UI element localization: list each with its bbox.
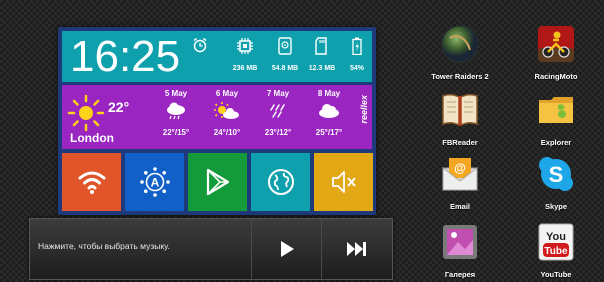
play-button[interactable] xyxy=(251,219,322,279)
wifi-icon xyxy=(78,171,105,194)
app-email[interactable]: @ Email xyxy=(420,154,500,211)
current-temperature: 22° xyxy=(108,99,130,115)
sound-tile[interactable] xyxy=(314,153,373,211)
next-button[interactable] xyxy=(321,219,392,279)
app-label: Skype xyxy=(544,202,568,211)
gallery-icon xyxy=(443,225,477,259)
app-explorer[interactable]: Explorer xyxy=(516,90,596,147)
svg-text:@: @ xyxy=(454,161,466,175)
app-label: Email xyxy=(449,202,470,211)
app-label: FBReader xyxy=(442,138,478,147)
sun-cloud-icon xyxy=(214,102,239,119)
play-store-icon xyxy=(206,168,229,196)
battery-value: 54% xyxy=(349,65,364,72)
auto-brightness-icon: A xyxy=(139,167,170,197)
play-icon xyxy=(281,241,294,257)
book-icon xyxy=(442,93,478,127)
svg-text:A: A xyxy=(150,176,159,190)
alarm-icon[interactable] xyxy=(192,37,208,53)
forecast-date: 6 May xyxy=(215,89,239,98)
battery-stat: 54% xyxy=(340,37,374,72)
forecast-day: 8 May 25°/17° xyxy=(305,89,353,137)
forecast-day: 6 May 24°/10° xyxy=(203,89,251,137)
skype-icon: S xyxy=(539,157,573,191)
forecast-range: 22°/15° xyxy=(162,128,190,137)
sd-stat: 54.8 MB xyxy=(268,37,302,72)
globe-icon xyxy=(267,169,294,195)
music-prompt[interactable]: Нажмите, чтобы выбрать музыку. xyxy=(38,241,170,251)
battery-icon xyxy=(352,37,362,55)
clock-panel[interactable]: 16:25 236 MB 54.8 MB 12.3 MB 54% xyxy=(62,31,372,82)
weather-panel[interactable]: 22° London 5 May 22°/15° 6 May 24°/10° 7… xyxy=(62,85,372,149)
app-tower-raiders[interactable]: Tower Raiders 2 xyxy=(420,24,500,81)
home-widget: 16:25 236 MB 54.8 MB 12.3 MB 54% 22° Lon… xyxy=(58,27,376,215)
forecast-range: 23°/12° xyxy=(264,128,292,137)
tower-raiders-icon xyxy=(441,25,479,63)
cpu-stat: 236 MB xyxy=(228,37,262,72)
app-label: RacingMoto xyxy=(534,72,578,81)
sd-value: 54.8 MB xyxy=(271,65,299,72)
svg-text:Tube: Tube xyxy=(544,246,568,257)
svg-text:S: S xyxy=(549,162,564,187)
app-skype[interactable]: S Skype xyxy=(516,154,596,211)
forecast-range: 24°/10° xyxy=(213,128,241,137)
cpu-value: 236 MB xyxy=(232,65,258,72)
app-racing-moto[interactable]: RacingMoto xyxy=(516,24,596,81)
memory-card-icon xyxy=(315,37,327,55)
mute-icon xyxy=(331,171,356,193)
sd-card-icon xyxy=(278,37,292,55)
brand-logo: reellex xyxy=(359,95,369,124)
play-store-tile[interactable] xyxy=(188,153,247,211)
memory-card-value: 12.3 MB xyxy=(308,65,336,72)
app-label: Tower Raiders 2 xyxy=(431,72,489,81)
sun-icon xyxy=(67,94,105,132)
svg-text:You: You xyxy=(546,231,566,243)
cpu-icon xyxy=(237,38,253,54)
rain-icon xyxy=(270,104,285,118)
app-label: Галерея xyxy=(444,270,476,279)
forecast-day: 7 May 23°/12° xyxy=(254,89,302,137)
clock-time: 16:25 xyxy=(70,32,181,81)
cloud-icon xyxy=(319,104,339,118)
forecast-range: 25°/17° xyxy=(315,128,343,137)
app-fbreader[interactable]: FBReader xyxy=(420,90,500,147)
cloud-rain-icon xyxy=(167,102,185,120)
app-youtube[interactable]: You Tube YouTube xyxy=(516,222,596,279)
app-label: YouTube xyxy=(540,270,572,279)
city-name: London xyxy=(70,131,114,145)
memory-card-stat: 12.3 MB xyxy=(305,37,339,72)
app-label: Explorer xyxy=(540,138,572,147)
forecast-date: 7 May xyxy=(266,89,290,98)
app-gallery[interactable]: Галерея xyxy=(420,222,500,279)
forecast-date: 8 May xyxy=(317,89,341,98)
racing-moto-icon xyxy=(538,26,574,62)
wifi-tile[interactable] xyxy=(62,153,121,211)
youtube-icon: You Tube xyxy=(538,223,574,261)
forecast-date: 5 May xyxy=(164,89,188,98)
folder-icon xyxy=(539,97,573,123)
email-icon: @ xyxy=(442,158,478,191)
browser-tile[interactable] xyxy=(251,153,310,211)
music-player: Нажмите, чтобы выбрать музыку. xyxy=(29,218,393,280)
forecast-day: 5 May 22°/15° xyxy=(152,89,200,137)
auto-brightness-tile[interactable]: A xyxy=(125,153,184,211)
skip-next-icon xyxy=(347,242,366,256)
